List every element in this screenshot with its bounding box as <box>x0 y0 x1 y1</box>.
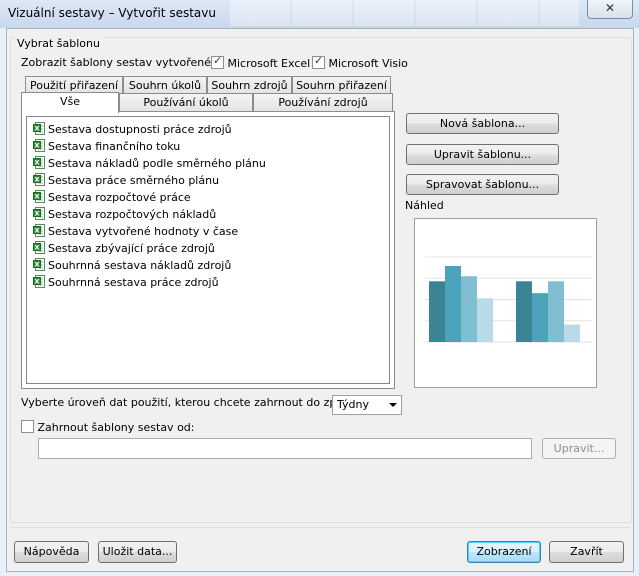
show-templates-label: Zobrazit šablony sestav vytvořené v: <box>21 56 225 69</box>
preview-bar <box>548 281 564 342</box>
list-item-label: Sestava vytvořené hodnoty v čase <box>48 225 239 238</box>
chevron-down-icon[interactable] <box>389 403 397 407</box>
preview-pane <box>414 218 597 388</box>
list-item[interactable]: X Sestava rozpočtové práce <box>33 189 191 206</box>
list-item[interactable]: X Sestava zbývající práce zdrojů <box>33 240 215 257</box>
list-item-label: Souhrnná sestava nákladů zdrojů <box>48 259 232 272</box>
tab-task-summary[interactable]: Souhrn úkolů <box>123 76 207 93</box>
excel-checkbox[interactable] <box>211 54 224 69</box>
list-item-label: Sestava nákladů podle směrného plánu <box>48 157 266 170</box>
usage-level-select[interactable]: Týdny <box>332 395 402 415</box>
preview-bar <box>445 266 461 342</box>
edit-template-button[interactable]: Upravit šablonu... <box>406 144 559 165</box>
list-item[interactable]: X Sestava práce směrného plánu <box>33 172 219 189</box>
list-item-label: Souhrnná sestava práce zdrojů <box>48 276 219 289</box>
list-item-label: Sestava rozpočtových nákladů <box>48 208 217 221</box>
list-item[interactable]: X Sestava rozpočtových nákladů <box>33 206 216 223</box>
preview-bar <box>564 324 580 342</box>
preview-bar <box>429 281 445 342</box>
preview-chart <box>415 219 596 387</box>
svg-text:X: X <box>34 158 39 166</box>
excel-file-icon: X <box>33 258 45 271</box>
list-item[interactable]: X Souhrnná sestava práce zdrojů <box>33 274 219 291</box>
excel-file-icon: X <box>33 190 45 203</box>
list-item[interactable]: X Souhrnná sestava nákladů zdrojů <box>33 257 231 274</box>
bottom-divider <box>10 527 630 528</box>
svg-text:X: X <box>34 175 39 183</box>
list-item-label: Sestava práce směrného plánu <box>48 174 220 187</box>
usage-level-value: Týdny <box>337 398 369 411</box>
manage-template-button[interactable]: Spravovat šablonu... <box>406 174 559 195</box>
visio-checkbox-label: Microsoft Visio <box>328 57 408 70</box>
include-templates-checkbox[interactable] <box>21 420 34 433</box>
include-templates-label: Zahrnout šablony sestav od: <box>37 421 195 434</box>
save-data-button[interactable]: Uložit data... <box>98 541 177 563</box>
tab-all[interactable]: Vše <box>21 92 119 113</box>
list-item[interactable]: X Sestava finančního toku <box>33 138 180 155</box>
excel-file-icon: X <box>33 122 45 135</box>
preview-bar <box>477 298 493 342</box>
close-button[interactable]: Zavřít <box>549 541 624 563</box>
dialog-window: Vizuální sestavy – Vytvořit sestavu ✕ Vy… <box>0 0 639 576</box>
excel-file-icon: X <box>33 241 45 254</box>
window-title: Vizuální sestavy – Vytvořit sestavu <box>8 6 216 20</box>
visio-checkbox-row[interactable]: Microsoft Visio <box>312 54 408 70</box>
tab-assignment-usage[interactable]: Použití přiřazení <box>25 76 123 93</box>
excel-file-icon: X <box>33 224 45 237</box>
preview-label: Náhled <box>405 199 444 212</box>
tab-assignment-summary[interactable]: Souhrn přiřazení <box>292 76 391 93</box>
excel-file-icon: X <box>33 207 45 220</box>
excel-file-icon: X <box>33 139 45 152</box>
excel-checkbox-row[interactable]: Microsoft Excel <box>211 54 311 70</box>
tab-panel-all: X Sestava dostupnosti práce zdrojů X Sestav… <box>21 111 395 389</box>
svg-text:X: X <box>34 243 39 251</box>
excel-file-icon: X <box>33 275 45 288</box>
tab-resource-usage[interactable]: Používání zdrojů <box>253 93 393 111</box>
svg-text:X: X <box>34 277 39 285</box>
preview-bar <box>516 281 532 342</box>
list-item-label: Sestava rozpočtové práce <box>48 191 191 204</box>
preview-bar <box>532 293 548 342</box>
list-item-label: Sestava dostupnosti práce zdrojů <box>48 123 232 136</box>
tab-task-usage[interactable]: Používání úkolů <box>119 93 253 111</box>
list-item-label: Sestava zbývající práce zdrojů <box>48 242 215 255</box>
tab-resource-summary[interactable]: Souhrn zdrojů <box>207 76 292 93</box>
list-item[interactable]: X Sestava dostupnosti práce zdrojů <box>33 121 232 138</box>
svg-text:X: X <box>34 260 39 268</box>
svg-text:X: X <box>34 209 39 217</box>
templates-path-input[interactable] <box>38 438 532 459</box>
preview-bar <box>461 276 477 342</box>
background-ghost <box>230 0 579 26</box>
usage-level-label: Vyberte úroveň dat použití, kterou chcet… <box>21 396 364 409</box>
excel-file-icon: X <box>33 173 45 186</box>
svg-text:X: X <box>34 192 39 200</box>
title-bar[interactable]: Vizuální sestavy – Vytvořit sestavu ✕ <box>0 0 639 28</box>
view-button[interactable]: Zobrazení <box>467 541 541 563</box>
dialog-client: Vybrat šablonu Zobrazit šablony sestav v… <box>6 28 634 572</box>
list-item[interactable]: X Sestava nákladů podle směrného plánu <box>33 155 266 172</box>
excel-checkbox-label: Microsoft Excel <box>227 57 311 70</box>
help-button[interactable]: Nápověda <box>14 541 89 563</box>
visio-checkbox[interactable] <box>312 54 325 69</box>
new-template-button[interactable]: Nová šablona... <box>406 113 559 134</box>
svg-text:X: X <box>34 124 39 132</box>
group-label: Vybrat šablonu <box>15 37 102 50</box>
svg-text:X: X <box>34 226 39 234</box>
close-icon[interactable]: ✕ <box>587 0 633 19</box>
template-list[interactable]: X Sestava dostupnosti práce zdrojů X Sestav… <box>26 116 390 384</box>
include-templates-row[interactable]: Zahrnout šablony sestav od: <box>21 420 195 434</box>
modify-path-button[interactable]: Upravit... <box>542 438 616 459</box>
list-item-label: Sestava finančního toku <box>48 140 181 153</box>
svg-text:X: X <box>34 141 39 149</box>
excel-file-icon: X <box>33 156 45 169</box>
list-item[interactable]: X Sestava vytvořené hodnoty v čase <box>33 223 238 240</box>
